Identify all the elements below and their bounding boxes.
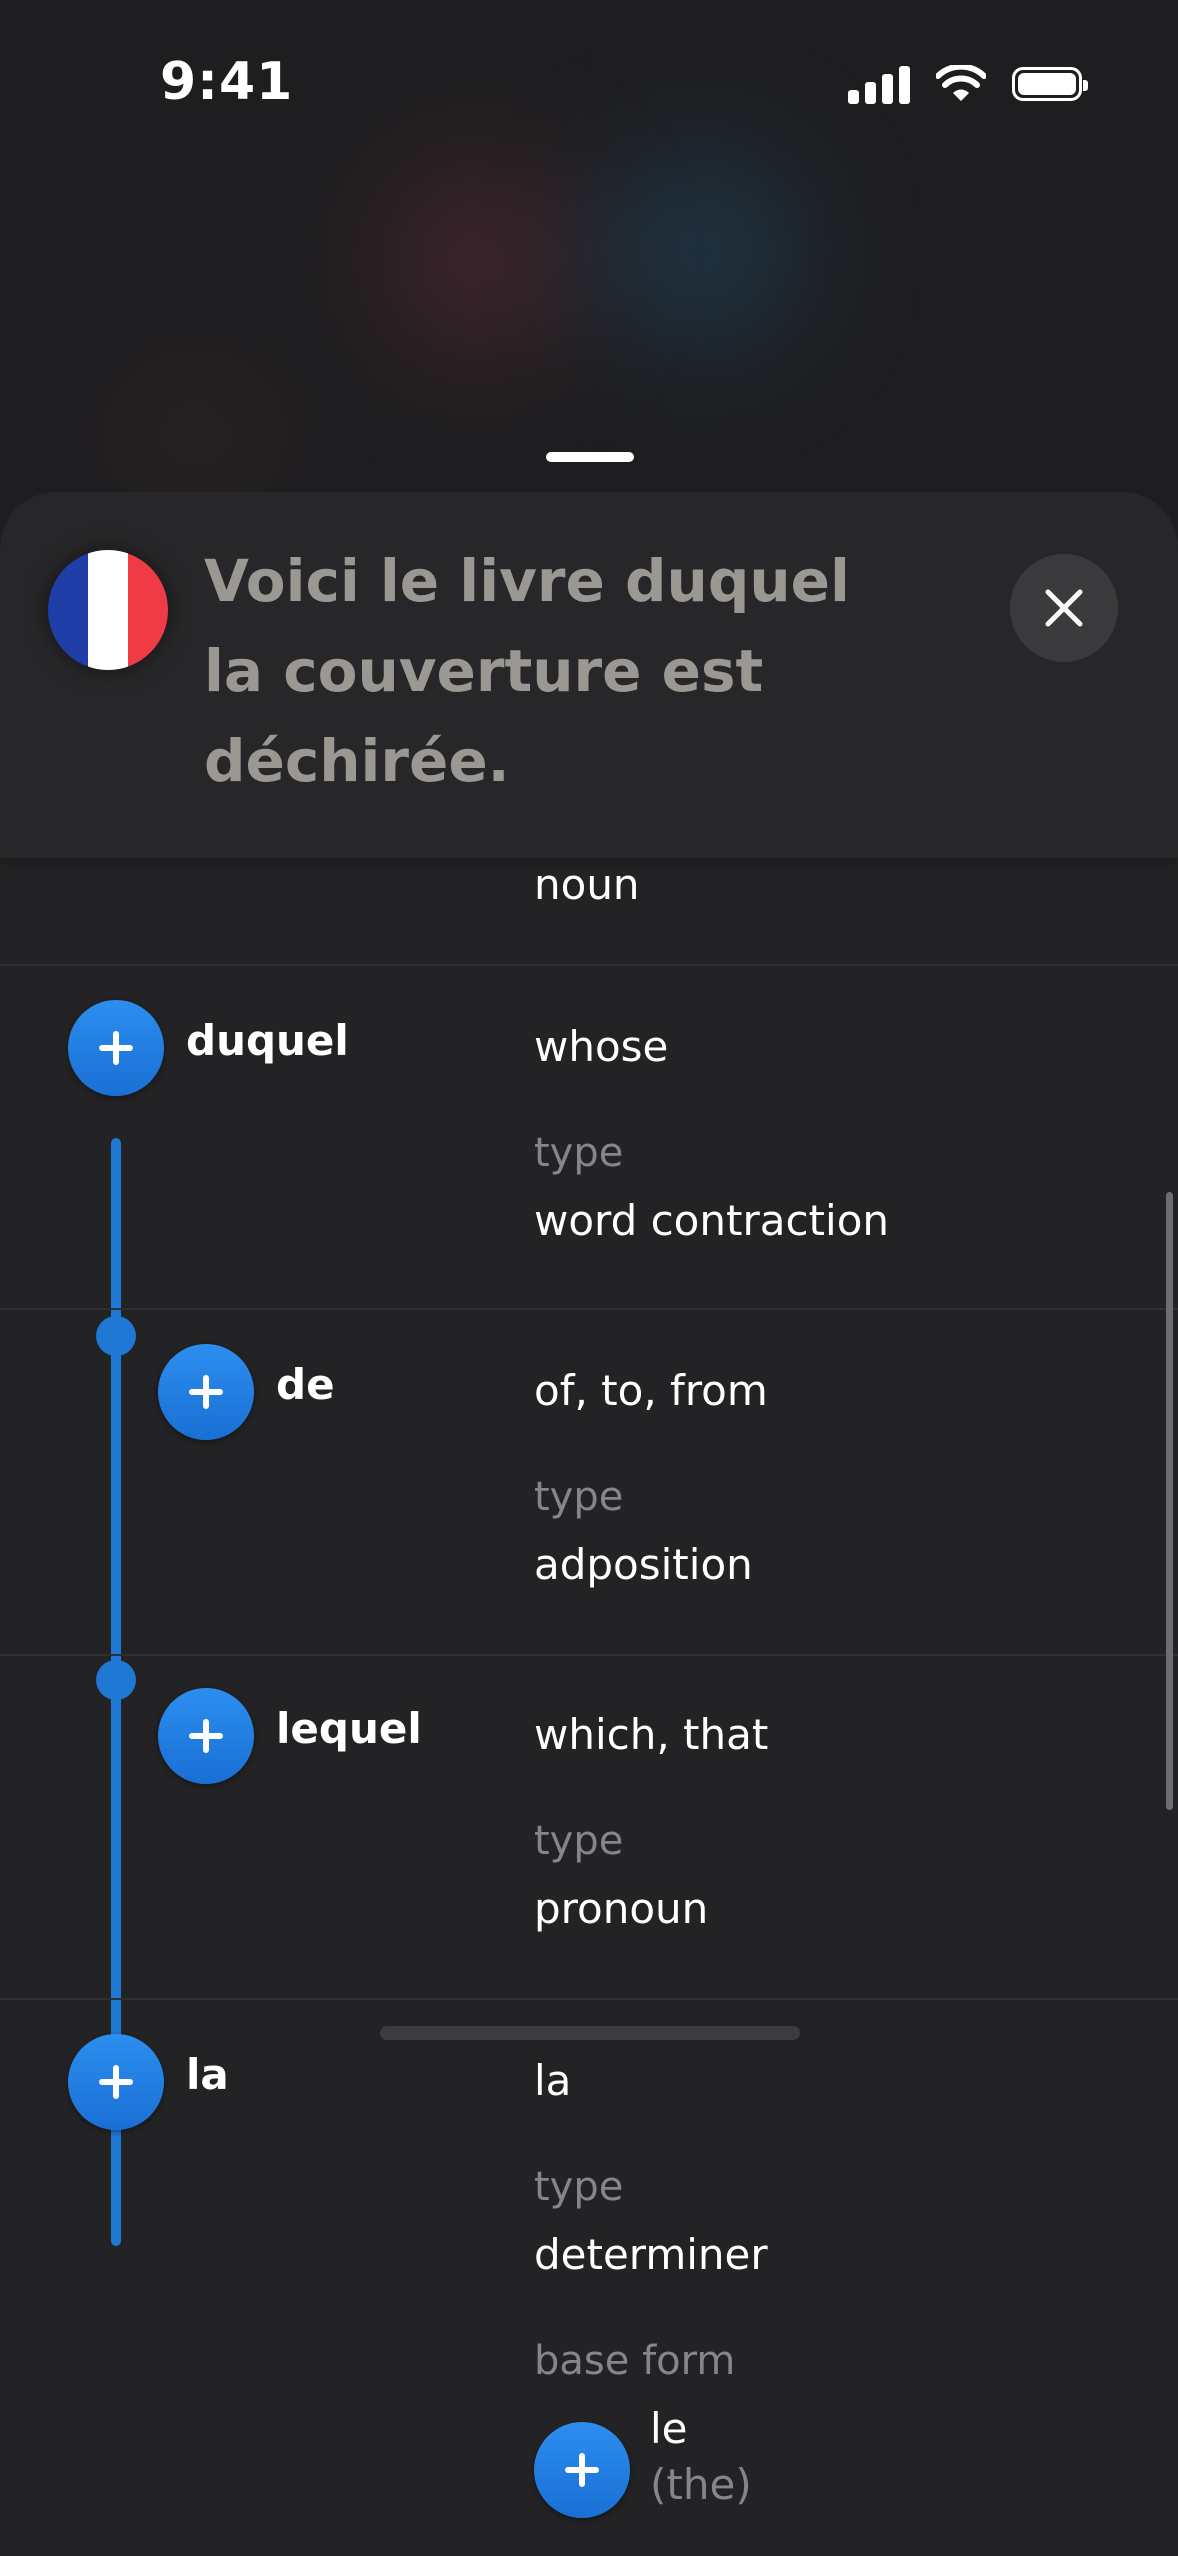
type-value: word contraction <box>534 1196 890 1245</box>
tree-node-dot <box>96 1316 136 1356</box>
plus-icon <box>565 2453 599 2487</box>
divider <box>0 1308 1178 1310</box>
france-flag-icon <box>48 550 168 670</box>
status-time: 9:41 <box>160 52 294 112</box>
sentence-text: Voici le livre duquel la couverture est … <box>204 547 850 795</box>
word-meaning: la <box>534 2056 572 2105</box>
word-label: lequel <box>276 1704 422 1753</box>
divider <box>0 1654 1178 1656</box>
plus-icon <box>189 1719 223 1753</box>
divider <box>0 964 1178 966</box>
wifi-icon <box>936 65 986 101</box>
word-label: duquel <box>186 1016 349 1065</box>
type-value: determiner <box>534 2230 768 2279</box>
base-form-label: base form <box>534 2338 736 2384</box>
word-meaning: which, that <box>534 1710 769 1759</box>
type-value: pronoun <box>534 1884 709 1933</box>
battery-icon <box>1012 67 1088 101</box>
previous-meaning: noun <box>534 860 640 909</box>
word-label: la <box>186 2050 229 2099</box>
type-label: type <box>534 2164 624 2210</box>
background-blur-red <box>380 160 580 360</box>
word-meaning: whose <box>534 1022 669 1071</box>
background-blur-pink <box>120 380 270 490</box>
scrollbar[interactable] <box>1166 1192 1173 1810</box>
plus-icon <box>99 2065 133 2099</box>
word-meaning: of, to, from <box>534 1366 768 1415</box>
close-icon <box>1045 589 1083 627</box>
background-blur-blue <box>600 150 800 350</box>
divider <box>0 1998 1178 2000</box>
sentence-header: Voici le livre duquel la couverture est … <box>0 492 1178 858</box>
type-value: adposition <box>534 1540 753 1589</box>
status-icons <box>848 62 1088 106</box>
add-word-button[interactable] <box>68 2034 164 2130</box>
base-form-meaning: (the) <box>650 2460 752 2509</box>
close-button[interactable] <box>1010 554 1118 662</box>
type-label: type <box>534 1130 624 1176</box>
add-word-button[interactable] <box>158 1344 254 1440</box>
type-label: type <box>534 1474 624 1520</box>
add-word-button[interactable] <box>158 1688 254 1784</box>
translation-sheet: noun duquel whose type word contraction … <box>0 492 1178 2556</box>
add-base-form-button[interactable] <box>534 2422 630 2518</box>
type-label: type <box>534 1818 624 1864</box>
word-label: de <box>276 1360 335 1409</box>
add-word-button[interactable] <box>68 1000 164 1096</box>
sheet-grabber[interactable] <box>546 452 634 462</box>
home-indicator[interactable] <box>380 2026 800 2040</box>
signal-icon <box>848 64 910 104</box>
plus-icon <box>99 1031 133 1065</box>
plus-icon <box>189 1375 223 1409</box>
base-form-word: le <box>650 2404 688 2453</box>
tree-node-dot <box>96 1660 136 1700</box>
